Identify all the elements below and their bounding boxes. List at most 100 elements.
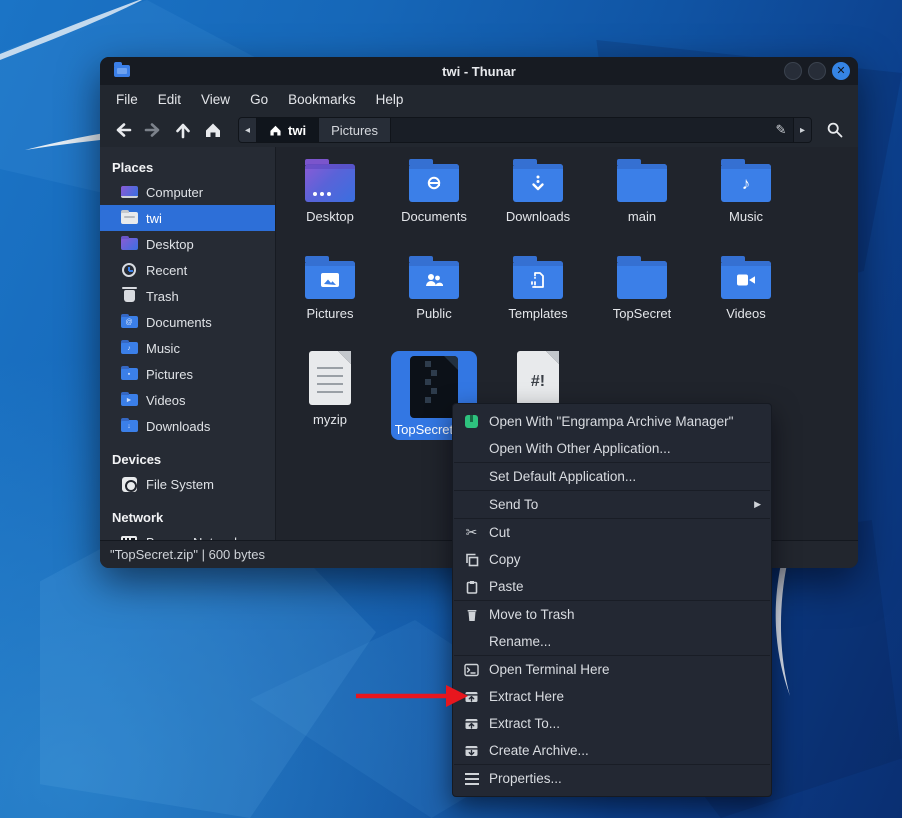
file-music[interactable]: ♪ Music [694,157,798,254]
music-folder-icon: ♪ [120,340,138,356]
sidebar-item-pictures[interactable]: ▪ Pictures [100,361,275,387]
desktop-folder-icon [305,164,355,202]
window-folder-icon [114,65,130,77]
sidebar-item-documents[interactable]: @ Documents [100,309,275,335]
annotation-arrow [352,681,470,711]
plain-folder-icon [617,164,667,202]
sidebar-item-twi[interactable]: twi [100,205,275,231]
menu-item-cut[interactable]: ✂ Cut [453,519,771,546]
sidebar-header-network: Network [100,505,275,529]
menubar: File Edit View Go Bookmarks Help [100,85,858,113]
sidebar-item-computer[interactable]: Computer [100,179,275,205]
menu-item-copy[interactable]: Copy [453,546,771,573]
pathbar: ◂ twi Pictures ✎ ▸ [238,117,812,143]
sidebar-item-videos[interactable]: ► Videos [100,387,275,413]
search-icon [826,121,844,139]
file-downloads[interactable]: Downloads [486,157,590,254]
path-scroll-left-button[interactable]: ◂ [239,118,257,142]
menu-item-send-to[interactable]: Send To ▶ [453,491,771,518]
shell-script-icon: #! [517,351,559,405]
forward-arrow-icon [146,125,158,136]
music-folder-icon: ♪ [721,164,771,202]
engrampa-icon [463,413,480,430]
menu-view[interactable]: View [191,88,240,111]
back-button[interactable] [110,117,136,143]
menu-item-extract-here[interactable]: Extract Here [453,683,771,710]
menu-go[interactable]: Go [240,88,278,111]
sidebar-item-desktop[interactable]: Desktop [100,231,275,257]
menu-item-open-with-other[interactable]: Open With Other Application... [453,435,771,462]
sidebar-item-downloads[interactable]: ↓ Downloads [100,413,275,439]
documents-folder-icon: @ [120,314,138,330]
sidebar-item-browse-network[interactable]: Browse Network [100,529,275,540]
videos-folder-icon: ► [120,392,138,408]
sidebar-item-trash[interactable]: Trash [100,283,275,309]
menu-item-open-with-engrampa[interactable]: Open With "Engrampa Archive Manager" [453,408,771,435]
menu-item-create-archive[interactable]: Create Archive... [453,737,771,764]
network-icon [120,534,138,540]
menu-item-set-default-application[interactable]: Set Default Application... [453,463,771,490]
pictures-folder-icon: ▪ [120,366,138,382]
file-topsecret-folder[interactable]: TopSecret [590,254,694,351]
menu-edit[interactable]: Edit [148,88,191,111]
sidebar: Places Computer twi Desktop Recent Trash [100,147,276,540]
sidebar-item-music[interactable]: ♪ Music [100,335,275,361]
maximize-button[interactable] [808,62,826,80]
menu-item-extract-to[interactable]: Extract To... [453,710,771,737]
terminal-icon [463,661,480,678]
file-desktop[interactable]: Desktop [278,157,382,254]
computer-icon [120,184,138,200]
path-empty-area[interactable] [391,118,769,142]
file-public[interactable]: Public [382,254,486,351]
file-pictures[interactable]: Pictures [278,254,382,351]
list-lines-icon [463,770,480,787]
plain-folder-icon [617,261,667,299]
forward-button[interactable] [140,117,166,143]
downloads-folder-icon [513,164,563,202]
trash-icon [463,606,480,623]
file-videos[interactable]: Videos [694,254,798,351]
file-templates[interactable]: Templates [486,254,590,351]
path-tab-pictures[interactable]: Pictures [319,118,391,142]
menu-item-properties[interactable]: Properties... [453,765,771,792]
file-myzip[interactable]: myzip [278,351,382,448]
menu-bookmarks[interactable]: Bookmarks [278,88,366,111]
videos-folder-icon [721,261,771,299]
window-title: twi - Thunar [100,64,858,79]
templates-folder-icon [513,261,563,299]
text-document-icon [309,351,351,405]
harddisk-icon [120,476,138,492]
menu-item-move-to-trash[interactable]: Move to Trash [453,601,771,628]
sidebar-item-file-system[interactable]: File System [100,471,275,497]
home-icon [269,124,282,137]
close-button[interactable]: ✕ [832,62,850,80]
zip-archive-icon [410,356,458,418]
submenu-arrow-icon: ▶ [754,499,761,510]
up-button[interactable] [170,117,196,143]
menu-item-paste[interactable]: Paste [453,573,771,600]
path-scroll-right-button[interactable]: ▸ [793,118,811,142]
file-main[interactable]: main [590,157,694,254]
copy-icon [463,551,480,568]
menu-item-open-terminal-here[interactable]: Open Terminal Here [453,656,771,683]
home-folder-icon [120,210,138,226]
sidebar-item-recent[interactable]: Recent [100,257,275,283]
titlebar[interactable]: twi - Thunar ✕ [100,57,858,85]
statusbar-text: "TopSecret.zip" | 600 bytes [110,547,265,562]
search-button[interactable] [822,117,848,143]
minimize-button[interactable] [784,62,802,80]
scissors-icon: ✂ [463,524,480,541]
sidebar-header-places: Places [100,155,275,179]
menu-file[interactable]: File [106,88,148,111]
file-documents[interactable]: Documents [382,157,486,254]
archive-add-icon [463,742,480,759]
up-arrow-icon [178,125,189,137]
path-tab-home[interactable]: twi [257,118,319,142]
menu-item-rename[interactable]: Rename... [453,628,771,655]
documents-folder-icon [409,164,459,202]
desktop-folder-icon [120,236,138,252]
edit-path-button[interactable]: ✎ [769,118,793,142]
menu-help[interactable]: Help [366,88,414,111]
pictures-folder-icon [305,261,355,299]
home-button[interactable] [200,117,226,143]
